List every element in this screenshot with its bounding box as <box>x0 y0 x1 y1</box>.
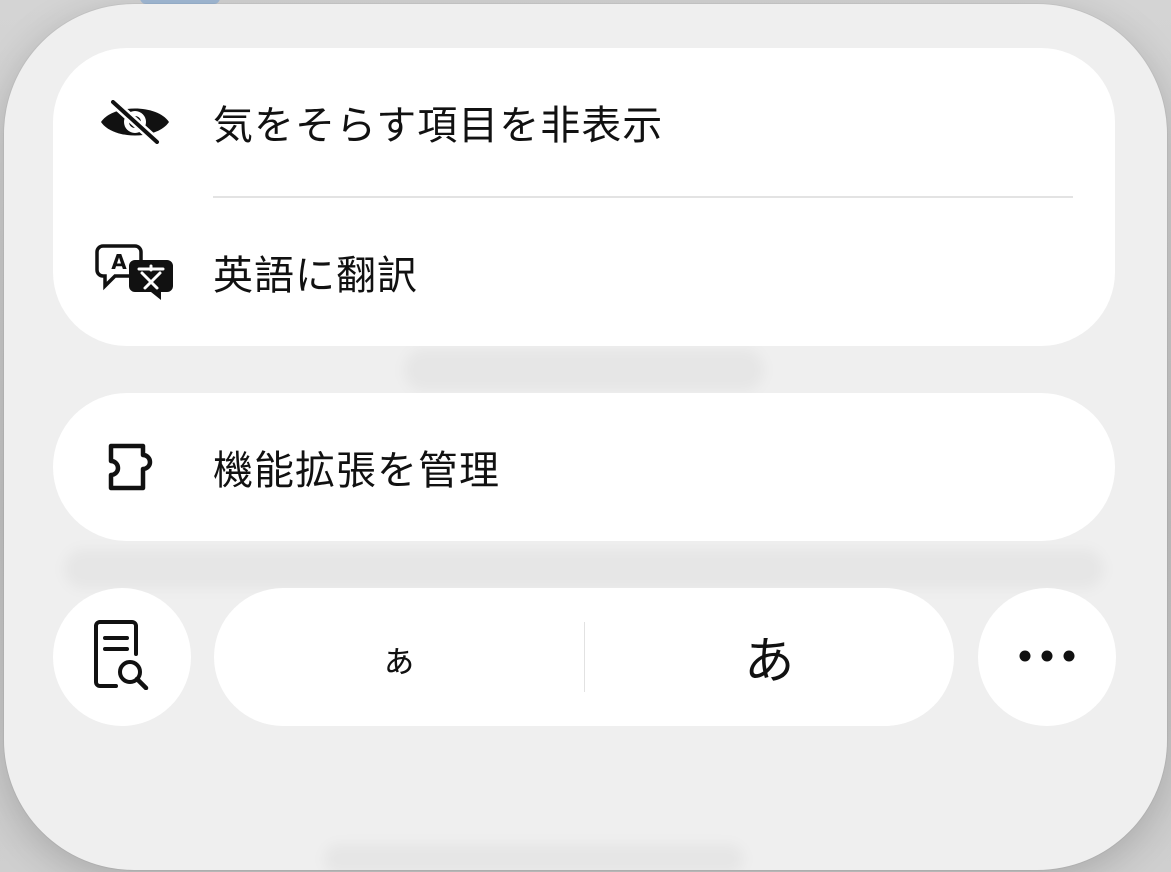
reader-button[interactable] <box>53 588 191 726</box>
translate-label: 英語に翻訳 <box>213 253 418 299</box>
translate-icon: A <box>95 242 175 302</box>
background-blur <box>324 844 744 870</box>
hide-distractions-label: 気をそらす項目を非表示 <box>213 103 664 149</box>
reader-search-icon <box>92 620 152 694</box>
ellipsis-icon <box>1017 648 1077 667</box>
page-menu-sheet: 気をそらす項目を非表示 A 英語に翻訳 機能拡張を管理 ぁ あ <box>4 4 1167 870</box>
page-actions-card: 気をそらす項目を非表示 A 英語に翻訳 <box>53 48 1115 346</box>
extensions-card: 機能拡張を管理 <box>53 393 1115 541</box>
decrease-font-button[interactable]: ぁ <box>214 588 584 726</box>
increase-font-button[interactable]: あ <box>585 588 955 726</box>
background-blur <box>404 349 764 391</box>
puzzle-piece-icon <box>95 437 175 497</box>
hide-distractions-item[interactable]: 気をそらす項目を非表示 <box>53 48 1115 196</box>
manage-extensions-label: 機能拡張を管理 <box>213 448 500 494</box>
more-button[interactable] <box>978 588 1116 726</box>
manage-extensions-item[interactable]: 機能拡張を管理 <box>53 393 1115 541</box>
translate-item[interactable]: A 英語に翻訳 <box>53 198 1115 346</box>
svg-text:A: A <box>111 250 127 274</box>
background-blur <box>64 549 1104 589</box>
font-size-control: ぁ あ <box>214 588 954 726</box>
eye-slash-icon <box>95 92 175 152</box>
